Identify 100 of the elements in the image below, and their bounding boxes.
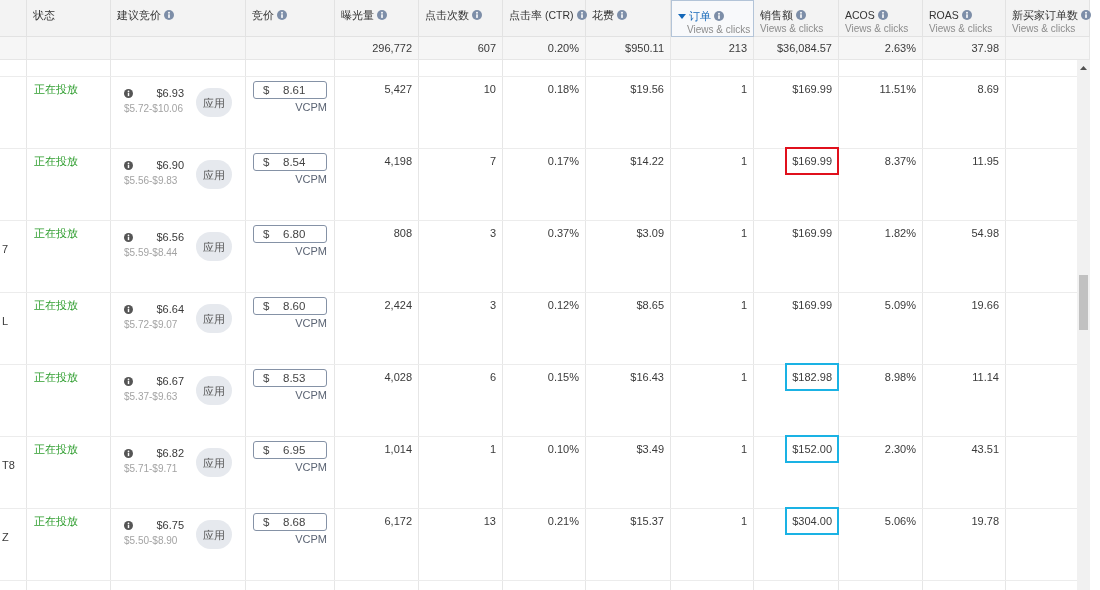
- column-title[interactable]: 销售额: [760, 8, 793, 22]
- sales-amount: $152.00: [792, 442, 832, 456]
- bid-input[interactable]: $ 8.60: [253, 297, 327, 315]
- ctr-value: 0.18%: [547, 82, 579, 96]
- total-value: 0.20%: [547, 40, 579, 56]
- info-icon[interactable]: [124, 160, 133, 170]
- row-name-text: L: [2, 315, 9, 327]
- suggested-bid-amount: $6.75: [156, 518, 184, 532]
- ctr-value: 0.15%: [547, 370, 579, 384]
- spend-amount: $14.22: [630, 154, 664, 168]
- column-title[interactable]: 建议竞价: [117, 8, 161, 22]
- clicks-value: 6: [489, 370, 496, 384]
- scrollbar[interactable]: [1077, 60, 1090, 590]
- apply-button[interactable]: 应用: [196, 520, 232, 549]
- sales-amount: $304.00: [792, 514, 832, 528]
- info-icon[interactable]: [714, 11, 724, 21]
- info-icon[interactable]: [124, 88, 133, 98]
- column-title[interactable]: 竞价: [252, 8, 274, 22]
- total-value: 296,772: [372, 40, 412, 56]
- bid-input[interactable]: $ 8.61: [253, 81, 327, 99]
- sales-amount: $169.99: [792, 226, 832, 240]
- roas-value: 54.98: [971, 226, 999, 240]
- column-subtitle: Views & clicks: [1012, 22, 1077, 35]
- sales-amount: $169.99: [792, 298, 832, 312]
- bid-range-text: $5.50-$8.90: [124, 534, 179, 548]
- suggested-bid-amount: $6.56: [156, 230, 184, 244]
- info-icon[interactable]: [124, 304, 133, 314]
- apply-button[interactable]: 应用: [196, 304, 232, 333]
- apply-button[interactable]: 应用: [196, 376, 232, 405]
- column-title[interactable]: 点击率 (CTR): [509, 8, 574, 22]
- column-title[interactable]: 花费: [592, 8, 614, 22]
- suggested-bid-amount: $6.93: [156, 86, 184, 100]
- orders-value: 1: [740, 370, 747, 384]
- ctr-value: 0.12%: [547, 298, 579, 312]
- caret-down-icon[interactable]: [678, 13, 686, 19]
- suggested-bid-amount: $6.90: [156, 158, 184, 172]
- orders-value: 1: [740, 442, 747, 456]
- status-text: 正在投放: [34, 299, 78, 311]
- sales-amount: $169.99: [792, 154, 832, 168]
- bid-range-text: $5.72-$10.06: [124, 102, 184, 116]
- apply-button[interactable]: 应用: [196, 160, 232, 189]
- roas-value: 19.78: [971, 514, 999, 528]
- total-value: 607: [477, 40, 496, 56]
- orders-value: 1: [740, 298, 747, 312]
- column-title[interactable]: ACOS: [845, 8, 875, 22]
- total-value: 2.63%: [884, 40, 916, 56]
- bid-unit-text: VCPM: [295, 172, 327, 186]
- impressions-value: 5,427: [384, 82, 412, 96]
- orders-value: 1: [740, 514, 747, 528]
- column-subtitle: Views & clicks: [845, 22, 910, 35]
- status-text: 正在投放: [34, 227, 78, 239]
- roas-value: 43.51: [971, 442, 999, 456]
- impressions-value: 808: [393, 226, 412, 240]
- column-subtitle: Views & clicks: [929, 22, 994, 35]
- column-title[interactable]: 新买家订单数: [1012, 8, 1078, 22]
- column-title[interactable]: 曝光量: [341, 8, 374, 22]
- orders-value: 1: [740, 226, 747, 240]
- apply-button[interactable]: 应用: [196, 232, 232, 261]
- bid-range-text: $5.59-$8.44: [124, 246, 179, 260]
- info-icon[interactable]: [1081, 10, 1091, 20]
- column-title[interactable]: 点击次数: [425, 8, 469, 22]
- info-icon[interactable]: [124, 232, 133, 242]
- info-icon[interactable]: [124, 376, 133, 386]
- bid-input[interactable]: $ 8.53: [253, 369, 327, 387]
- total-value: 213: [728, 40, 747, 56]
- bid-range-text: $5.37-$9.63: [124, 390, 179, 404]
- bid-input[interactable]: $ 8.54: [253, 153, 327, 171]
- acos-value: 8.98%: [884, 370, 916, 384]
- ctr-value: 0.17%: [547, 154, 579, 168]
- apply-button[interactable]: 应用: [196, 88, 232, 117]
- acos-value: 2.30%: [884, 442, 916, 456]
- column-title[interactable]: ROAS: [929, 8, 959, 22]
- row-name-text: T8: [2, 459, 15, 471]
- apply-button[interactable]: 应用: [196, 448, 232, 477]
- impressions-value: 2,424: [384, 298, 412, 312]
- clicks-value: 7: [489, 154, 496, 168]
- sales-amount: $182.98: [792, 370, 832, 384]
- roas-value: 11.95: [972, 154, 999, 168]
- spend-amount: $19.56: [630, 82, 664, 96]
- status-text: 正在投放: [34, 515, 78, 527]
- column-title[interactable]: 订单: [689, 9, 711, 23]
- info-icon[interactable]: [124, 448, 133, 458]
- ctr-value: 0.10%: [547, 442, 579, 456]
- suggested-bid-amount: $6.67: [156, 374, 184, 388]
- acos-value: 11.51%: [879, 82, 916, 96]
- scrollbar-thumb[interactable]: [1079, 275, 1088, 330]
- acos-value: 8.37%: [884, 154, 916, 168]
- column-title[interactable]: 状态: [33, 8, 55, 22]
- bid-input[interactable]: $ 6.95: [253, 441, 327, 459]
- scroll-up-arrow-icon[interactable]: [1080, 66, 1087, 70]
- sales-amount: $169.99: [792, 82, 832, 96]
- status-text: 正在投放: [34, 371, 78, 383]
- spend-amount: $3.09: [636, 226, 664, 240]
- acos-value: 5.09%: [884, 298, 916, 312]
- impressions-value: 4,198: [384, 154, 412, 168]
- roas-value: 19.66: [971, 298, 999, 312]
- info-icon[interactable]: [124, 520, 133, 530]
- bid-input[interactable]: $ 8.68: [253, 513, 327, 531]
- bid-input[interactable]: $ 6.80: [253, 225, 327, 243]
- spend-amount: $3.49: [636, 442, 664, 456]
